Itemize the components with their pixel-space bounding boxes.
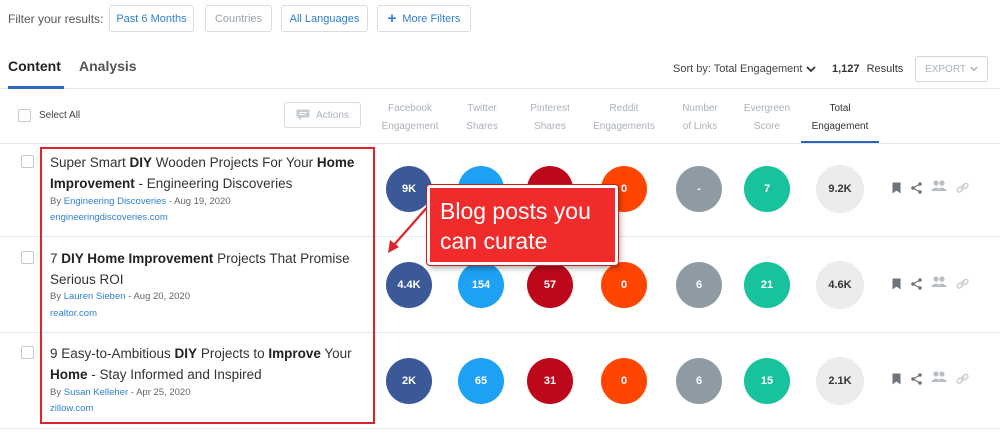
row-checkbox[interactable] [21, 251, 34, 264]
evergreen-metric: 21 [744, 262, 790, 308]
past-6-months-button[interactable]: Past 6 Months [109, 5, 194, 32]
annotation-callout: Blog posts you can curate [427, 185, 618, 265]
bookmark-icon[interactable] [892, 373, 901, 385]
twitter-metric: 154 [458, 262, 504, 308]
col-label: Engagement [381, 121, 439, 132]
col-evergreen-score[interactable]: Evergreen Score [735, 100, 799, 136]
share-icon[interactable] [911, 278, 922, 290]
tabs-divider [0, 88, 1000, 89]
evergreen-metric: 15 [744, 358, 790, 404]
reddit-metric: 0 [601, 262, 647, 308]
col-label: Reddit [609, 103, 639, 114]
reddit-metric: 0 [601, 358, 647, 404]
links-metric: - [676, 166, 722, 212]
pinterest-metric: 57 [527, 262, 573, 308]
countries-button[interactable]: Countries [205, 5, 272, 32]
callout-line-1: Blog posts you [440, 198, 591, 224]
bookmark-icon[interactable] [892, 182, 901, 194]
more-filters-label: More Filters [402, 12, 461, 25]
export-label: EXPORT [925, 63, 966, 75]
evergreen-metric: 7 [744, 166, 790, 212]
annotation-arrow [388, 203, 431, 253]
header-divider [0, 143, 1000, 144]
col-facebook-engagement[interactable]: Facebook Engagement [376, 100, 444, 136]
more-filters-button[interactable]: + More Filters [377, 5, 471, 32]
col-twitter-shares[interactable]: Twitter Shares [450, 100, 514, 136]
row-divider [0, 428, 1000, 429]
plus-icon: + [387, 10, 397, 27]
facebook-metric: 4.4K [386, 262, 432, 308]
col-label: Total [829, 103, 851, 114]
tab-analysis[interactable]: Analysis [79, 58, 137, 74]
chevron-down-icon [806, 65, 817, 72]
results-count: 1,127 Results [832, 63, 903, 75]
actions-label: Actions [316, 109, 349, 121]
col-reddit-engagements[interactable]: Reddit Engagements [588, 100, 660, 136]
people-icon[interactable] [931, 276, 947, 288]
col-label: of Links [682, 121, 718, 132]
total-engagement-metric: 2.1K [816, 357, 864, 405]
pinterest-metric: 31 [527, 358, 573, 404]
total-engagement-metric: 9.2K [816, 165, 864, 213]
links-metric: 6 [676, 358, 722, 404]
col-label: Score [753, 121, 781, 132]
link-icon[interactable] [956, 373, 969, 385]
col-total-engagement[interactable]: Total Engagement [801, 100, 879, 136]
sort-label: Sort by: Total Engagement [673, 63, 803, 75]
col-pinterest-shares[interactable]: Pinterest Shares [518, 100, 582, 136]
twitter-metric: 65 [458, 358, 504, 404]
active-tab-indicator [8, 86, 64, 89]
col-label: Evergreen [743, 103, 791, 114]
row-checkbox[interactable] [21, 346, 34, 359]
facebook-metric: 2K [386, 358, 432, 404]
comment-icon [296, 109, 310, 121]
annotation-highlight-box [40, 147, 375, 424]
select-all-label: Select All [39, 110, 81, 121]
row-checkbox[interactable] [21, 155, 34, 168]
people-icon[interactable] [931, 180, 947, 192]
tab-content[interactable]: Content [8, 58, 61, 74]
total-engagement-metric: 4.6K [816, 261, 864, 309]
link-icon[interactable] [956, 278, 969, 290]
share-icon[interactable] [911, 182, 922, 194]
col-label: Shares [466, 121, 498, 132]
col-label: Engagement [811, 121, 869, 132]
filter-label: Filter your results: [8, 12, 104, 26]
sort-dropdown[interactable]: Sort by: Total Engagement [673, 63, 817, 75]
col-label: Twitter [467, 103, 497, 114]
export-button[interactable]: EXPORT [915, 56, 988, 82]
all-languages-button[interactable]: All Languages [281, 5, 368, 32]
col-label: Engagements [593, 121, 655, 132]
select-all-checkbox[interactable] [18, 109, 31, 122]
share-icon[interactable] [911, 373, 922, 385]
results-number: 1,127 [832, 63, 860, 75]
actions-button[interactable]: Actions [284, 102, 361, 128]
col-label: Facebook [388, 103, 432, 114]
chevron-down-icon [970, 66, 978, 72]
callout-line-2: can curate [440, 228, 548, 254]
links-metric: 6 [676, 262, 722, 308]
col-label: Number [682, 103, 718, 114]
link-icon[interactable] [956, 182, 969, 194]
col-label: Pinterest [530, 103, 570, 114]
col-label: Shares [534, 121, 566, 132]
col-number-of-links[interactable]: Number of Links [668, 100, 732, 136]
people-icon[interactable] [931, 371, 947, 383]
bookmark-icon[interactable] [892, 278, 901, 290]
results-label: Results [866, 63, 904, 75]
